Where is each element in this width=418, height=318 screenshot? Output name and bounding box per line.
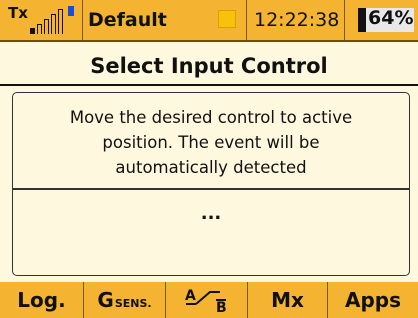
battery: 64% xyxy=(348,0,416,40)
detected-control: ... xyxy=(200,203,222,224)
signal-bars-icon xyxy=(30,8,70,34)
status-bar: Tx Default 12:22:38 64% xyxy=(0,0,418,42)
log-button[interactable]: Log. xyxy=(0,282,84,318)
instruction-text: Move the desired control to active posit… xyxy=(69,108,353,177)
clock: 12:22:38 xyxy=(254,9,340,31)
battery-percent: 64% xyxy=(368,7,414,29)
page-title: Select Input Control xyxy=(90,54,328,78)
svg-text:B: B xyxy=(216,300,227,314)
gsens-button[interactable]: G SENS. xyxy=(84,282,166,318)
tx-label: Tx xyxy=(8,4,28,22)
message-panel: Move the desired control to active posit… xyxy=(12,92,410,276)
mx-button[interactable]: Mx xyxy=(248,282,328,318)
tx-indicator-icon xyxy=(68,6,74,16)
panel-divider xyxy=(13,188,409,190)
a-to-b-switch-icon[interactable]: A B xyxy=(166,282,248,318)
tx-signal: Tx xyxy=(6,0,78,40)
svg-text:A: A xyxy=(185,288,196,304)
status-square-icon xyxy=(218,10,236,28)
footer-bar: Log. G SENS. A B Mx Apps xyxy=(0,282,418,318)
title-divider xyxy=(0,84,418,86)
apps-button[interactable]: Apps xyxy=(328,282,418,318)
model-name[interactable]: Default xyxy=(88,0,208,40)
